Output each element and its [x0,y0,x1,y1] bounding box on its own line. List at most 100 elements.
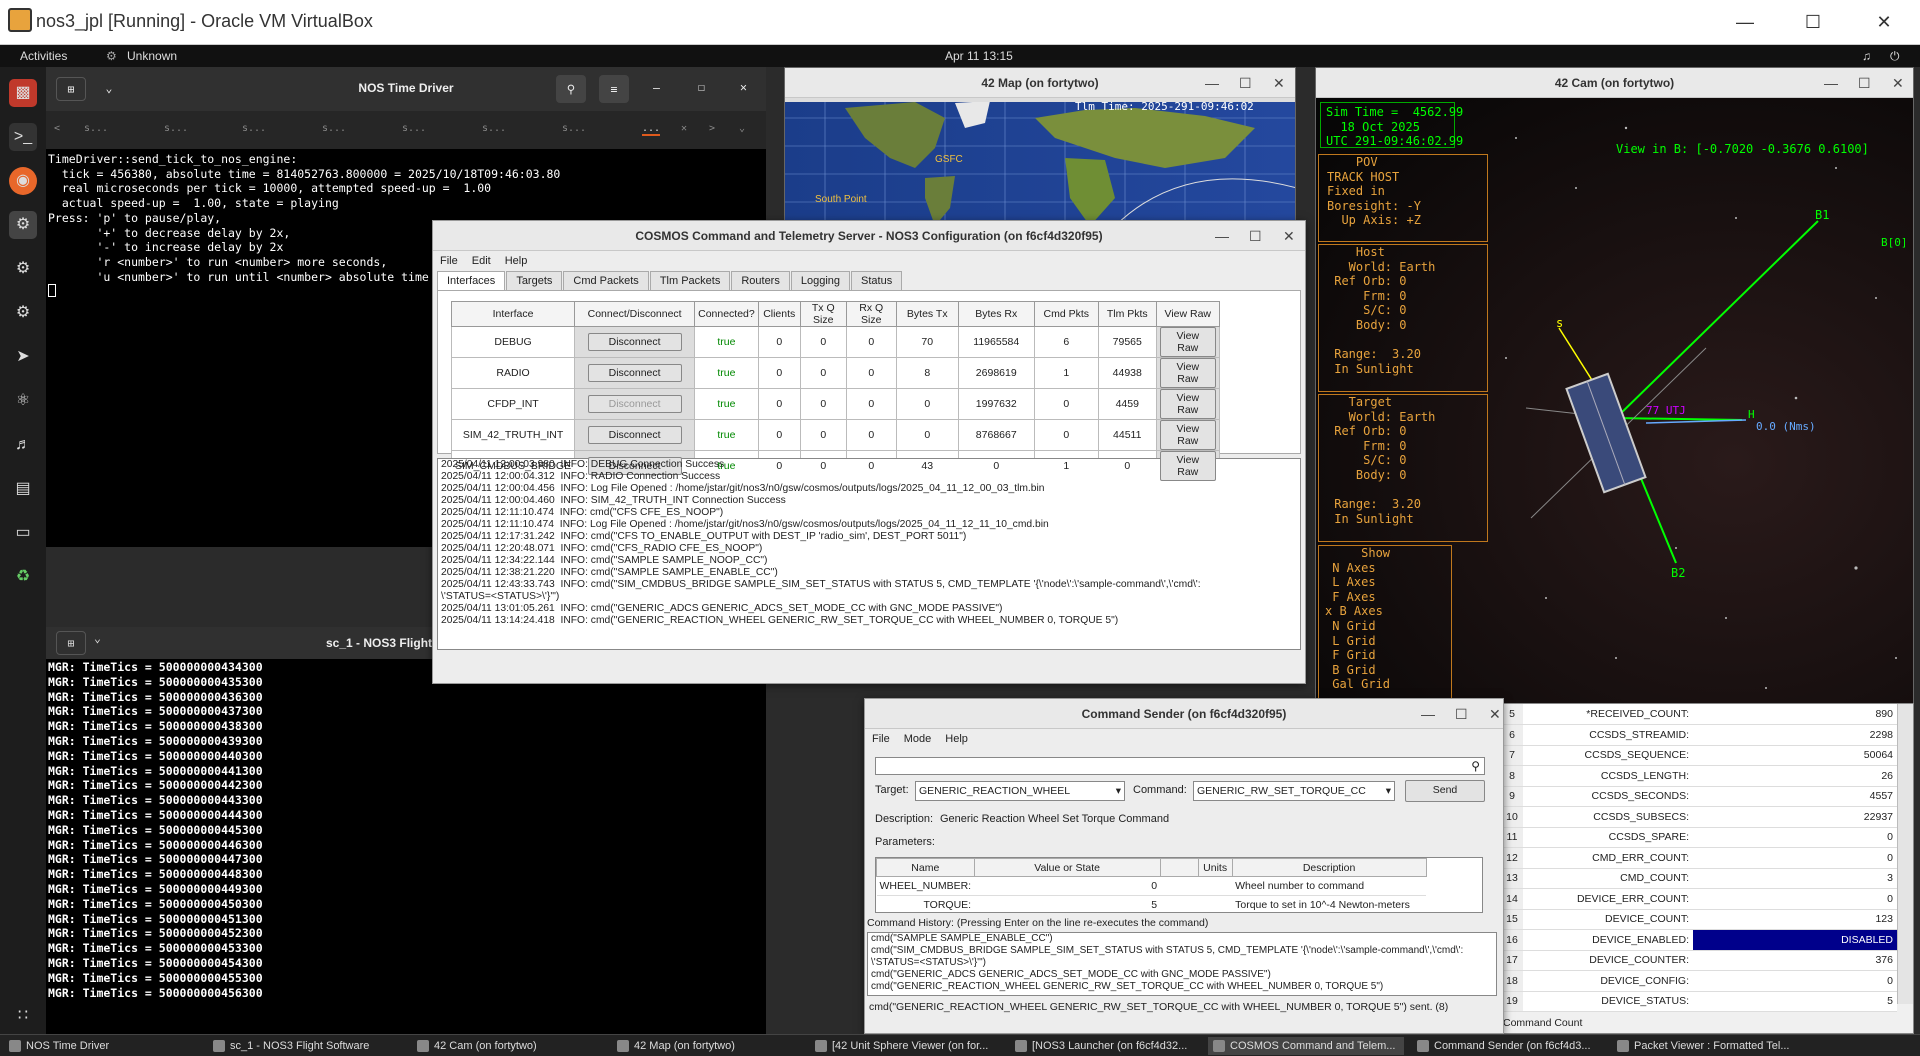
tab-cmd-packets[interactable]: Cmd Packets [563,271,649,290]
taskbar-item[interactable]: NOS Time Driver [4,1037,200,1055]
network-icon[interactable]: ⚙ [106,49,117,63]
maximize-button[interactable]: ☐ [1793,8,1833,36]
search-input[interactable]: ⚲ [875,757,1485,775]
disconnect-button[interactable]: Disconnect [587,333,682,351]
activities-button[interactable]: Activities [20,49,67,63]
parameter-value[interactable]: 5 [974,895,1161,912]
view-raw-button[interactable]: View Raw [1159,358,1216,388]
minimize-button[interactable]: — [1824,68,1838,98]
item-value[interactable]: 22937 [1693,806,1897,828]
item-value[interactable]: 376 [1693,950,1897,971]
history-line[interactable]: \'STATUS=<STATUS>\'}'") [871,957,1496,969]
history-line[interactable]: cmd("SAMPLE SAMPLE_ENABLE_CC") [871,933,1496,945]
menu-icon[interactable]: ≡ [599,75,629,103]
item-value[interactable]: 3 [1693,868,1897,889]
pov-panel[interactable]: POV TRACK HOST Fixed in Boresight: -Y Up… [1318,154,1488,242]
map42-window[interactable]: 42 Map (on fortytwo) — ☐ ✕ Tlm Time: 2025-… [784,67,1296,227]
minimize-button[interactable]: — [1421,699,1435,729]
taskbar-item[interactable]: [NOS3 Launcher (on f6cf4d32... [1010,1037,1200,1055]
new-tab-button[interactable]: ⊞ [56,631,86,655]
item-value[interactable]: 5 [1693,991,1897,1012]
item-value[interactable]: 0 [1693,970,1897,992]
command-select[interactable]: GENERIC_RW_SET_TORQUE_CC ▾ [1193,781,1395,801]
view-raw-button[interactable]: View Raw [1159,420,1216,450]
maximize-button[interactable]: ☐ [1249,221,1262,251]
chevron-left-icon[interactable]: < [54,123,60,134]
command-sender-window[interactable]: Command Sender (on f6cf4d320f95) — ☐ ✕ Fil… [864,698,1504,1034]
search-icon[interactable]: ⚲ [556,75,586,103]
tab-routers[interactable]: Routers [731,271,790,290]
item-value[interactable]: 26 [1693,765,1897,787]
files-icon[interactable]: ▩ [9,79,37,107]
tab-logging[interactable]: Logging [790,271,851,290]
cosmos-window[interactable]: COSMOS Command and Telemetry Server - NO… [432,220,1306,684]
history-line[interactable]: cmd("SIM_CMDBUS_BRIDGE SAMPLE_SIM_SET_ST… [871,945,1496,957]
drive-icon[interactable]: ▭ [9,519,37,547]
tab-interfaces[interactable]: Interfaces [437,271,506,290]
close-button[interactable]: ✕ [1864,8,1904,36]
tab[interactable]: s... [322,123,346,134]
settings-icon[interactable]: ⚙ [9,211,37,239]
close-button[interactable]: ✕ [1283,221,1295,251]
item-value[interactable]: 123 [1693,909,1897,930]
atom-icon[interactable]: ⚛ [9,387,37,415]
document-icon[interactable]: ▤ [9,475,37,503]
maximize-button[interactable]: ☐ [698,80,705,94]
megaphone-icon[interactable]: ♬ [9,431,37,459]
app-grid-icon[interactable]: ∷ [9,1002,37,1030]
tab[interactable]: s... [242,123,266,134]
minimize-button[interactable]: — [1215,221,1229,251]
power-icon[interactable]: ⏻ [1890,49,1900,64]
item-value[interactable]: 2298 [1693,724,1897,746]
maximize-button[interactable]: ☐ [1858,68,1871,98]
command-history[interactable]: cmd("SAMPLE SAMPLE_ENABLE_CC") cmd("SIM_C… [867,932,1497,996]
item-value[interactable]: 0 [1693,847,1897,869]
tab[interactable]: s... [482,123,506,134]
gear-icon[interactable]: ⚙ [9,255,37,283]
menu-help[interactable]: Help [498,251,535,271]
menu-mode[interactable]: Mode [897,729,939,749]
taskbar-item[interactable]: sc_1 - NOS3 Flight Software [208,1037,404,1055]
maximize-button[interactable]: ☐ [1455,699,1468,729]
disconnect-button[interactable]: Disconnect [587,395,682,413]
disconnect-button[interactable]: Disconnect [587,364,682,382]
taskbar-item[interactable]: Packet Viewer : Formatted Tel... [1612,1037,1802,1055]
tab-targets[interactable]: Targets [506,271,563,290]
close-button[interactable]: ✕ [740,80,747,94]
item-value[interactable]: DISABLED [1693,929,1897,951]
taskbar-item[interactable]: 42 Cam (on fortytwo) [412,1037,604,1055]
rocket-icon[interactable]: ➤ [9,343,37,371]
menu-help[interactable]: Help [938,729,975,749]
tab[interactable]: s... [402,123,426,134]
item-value[interactable]: 890 [1693,704,1897,725]
tab-tlm-packets[interactable]: Tlm Packets [649,271,731,290]
tab-status[interactable]: Status [851,271,903,290]
trash-icon[interactable]: ♻ [9,563,37,591]
menu-edit[interactable]: Edit [465,251,498,271]
maximize-button[interactable]: ☐ [1239,68,1252,98]
taskbar-item[interactable]: 42 Map (on fortytwo) [612,1037,802,1055]
history-line[interactable]: cmd("GENERIC_REACTION_WHEEL GENERIC_RW_S… [871,981,1496,993]
taskbar-item[interactable]: [42 Unit Sphere Viewer (on for... [810,1037,1002,1055]
close-button[interactable]: ✕ [1489,699,1501,729]
network-label[interactable]: Unknown [127,49,177,63]
scrollbar[interactable] [1897,704,1913,1004]
view-raw-button[interactable]: View Raw [1159,389,1216,419]
tab[interactable]: s... [84,123,108,134]
host-panel[interactable]: Host World: Earth Ref Orb: 0 Frm: 0 S/C:… [1318,244,1488,392]
target-panel[interactable]: Target World: Earth Ref Orb: 0 Frm: 0 S/… [1318,394,1488,542]
menu-file[interactable]: File [865,729,897,749]
volume-icon[interactable]: ♫ [1862,49,1871,63]
tab-active[interactable]: ... [642,123,661,136]
show-panel[interactable]: Show N Axes L Axes F Axes x B Axes N Gri… [1318,545,1452,704]
taskbar-item[interactable]: COSMOS Command and Telem... [1208,1037,1404,1055]
item-value[interactable]: 50064 [1693,745,1897,766]
cam42-window[interactable]: 42 Cam (on fortytwo) — ☐ ✕ Sim Time = 4562… [1315,67,1914,705]
send-button[interactable]: Send [1405,780,1485,802]
chevron-right-icon[interactable]: > [709,123,715,134]
minimize-button[interactable]: — [653,81,660,95]
tab[interactable]: s... [562,123,586,134]
chevron-down-icon[interactable]: ⌄ [739,123,745,134]
parameter-value[interactable]: 0 [974,876,1161,896]
chevron-down-icon[interactable]: ⌄ [94,631,101,645]
